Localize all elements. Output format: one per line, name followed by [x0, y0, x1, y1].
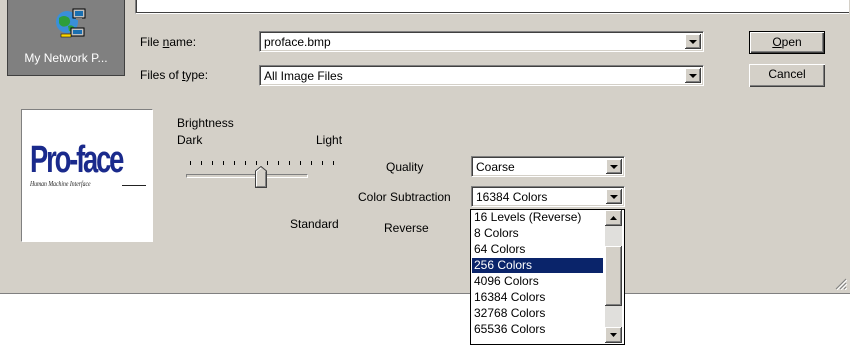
- brightness-label: Brightness: [177, 116, 234, 130]
- places-my-network[interactable]: My Network P...: [7, 0, 125, 76]
- cancel-button[interactable]: Cancel: [749, 64, 825, 87]
- file-name-input[interactable]: proface.bmp: [264, 35, 331, 49]
- quality-dropdown-arrow-icon[interactable]: [606, 159, 622, 174]
- brightness-light-label: Light: [316, 133, 343, 147]
- color-subtraction-label: Color Subtraction: [358, 190, 451, 204]
- list-item[interactable]: 16 Levels (Reverse): [474, 210, 581, 225]
- open-button[interactable]: Open: [749, 31, 825, 54]
- list-item[interactable]: 32768 Colors: [474, 306, 545, 321]
- dropdown-scrollbar[interactable]: [605, 210, 622, 343]
- reverse-label: Reverse: [384, 221, 429, 235]
- color-subtraction-dropdown-list[interactable]: 16 Levels (Reverse) 8 Colors 64 Colors 2…: [470, 209, 625, 345]
- quality-label: Quality: [386, 160, 424, 174]
- image-preview: Pro-face Human Machine Interface: [21, 109, 153, 242]
- list-item-selected[interactable]: 256 Colors: [472, 258, 603, 273]
- file-name-dropdown-arrow-icon[interactable]: [685, 34, 701, 49]
- scroll-thumb[interactable]: [605, 246, 622, 306]
- network-places-icon: [56, 8, 86, 38]
- file-type-select[interactable]: All Image Files: [259, 65, 704, 86]
- file-name-label: File name:: [140, 35, 197, 49]
- file-type-dropdown-arrow-icon[interactable]: [685, 68, 701, 83]
- resize-grip-icon[interactable]: [835, 278, 847, 290]
- file-name-combobox[interactable]: proface.bmp: [259, 31, 704, 52]
- list-item[interactable]: 65536 Colors: [474, 322, 545, 337]
- open-dialog: My Network P... File name: proface.bmp F…: [0, 0, 850, 294]
- arrow-down-icon: [610, 333, 617, 337]
- proface-logo: Pro-face Human Machine Interface: [30, 140, 146, 190]
- brightness-slider-track[interactable]: [186, 174, 308, 178]
- color-subtraction-value: 16384 Colors: [476, 190, 548, 204]
- list-item[interactable]: 64 Colors: [474, 242, 525, 257]
- file-list-view[interactable]: [135, 0, 849, 14]
- list-item[interactable]: 8 Colors: [474, 226, 519, 241]
- scroll-down-button[interactable]: [605, 327, 622, 343]
- list-item[interactable]: 4096 Colors: [474, 274, 539, 289]
- places-label: My Network P...: [24, 51, 108, 65]
- color-subtraction-select[interactable]: 16384 Colors: [471, 186, 625, 207]
- file-type-value: All Image Files: [264, 69, 343, 83]
- color-subtraction-dropdown-arrow-icon[interactable]: [606, 189, 622, 204]
- quality-value: Coarse: [476, 160, 515, 174]
- brightness-slider-thumb[interactable]: [255, 166, 267, 188]
- scroll-up-button[interactable]: [605, 210, 622, 226]
- standard-label: Standard: [290, 217, 339, 231]
- brightness-dark-label: Dark: [177, 133, 203, 147]
- file-type-label: Files of type:: [140, 68, 209, 82]
- arrow-up-icon: [610, 216, 617, 220]
- list-item[interactable]: 16384 Colors: [474, 290, 545, 305]
- quality-select[interactable]: Coarse: [471, 156, 625, 177]
